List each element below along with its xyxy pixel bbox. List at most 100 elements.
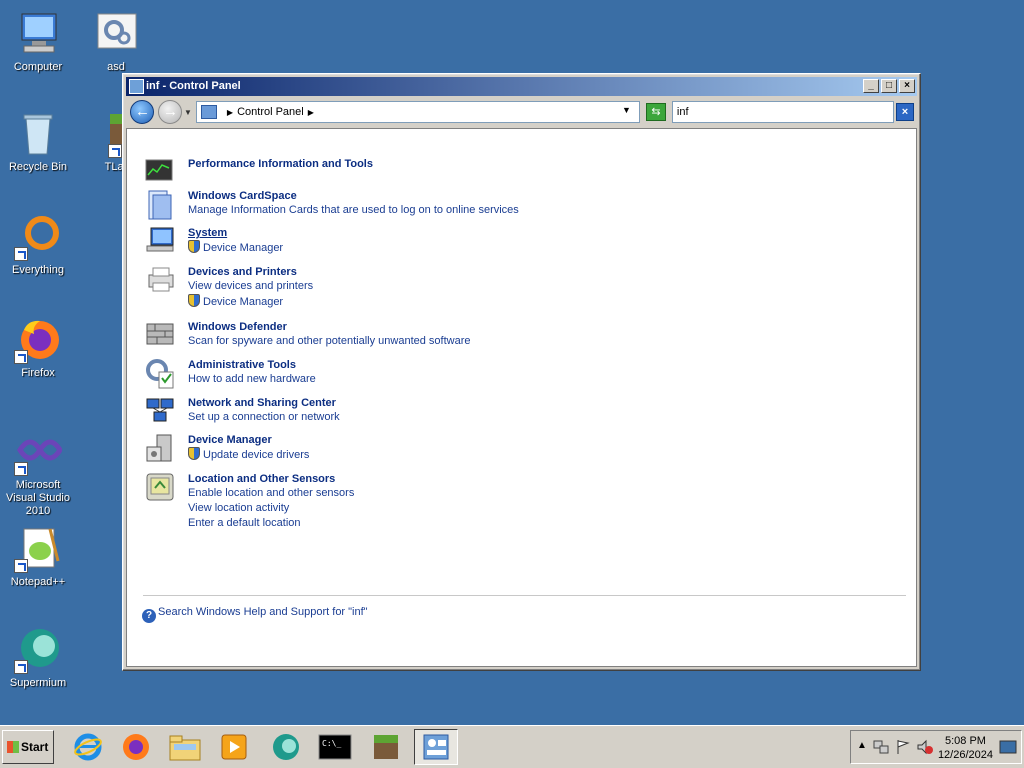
control-panel-icon bbox=[200, 105, 217, 119]
maximize-button[interactable]: □ bbox=[881, 79, 897, 93]
result-task-label[interactable]: Update device drivers bbox=[203, 449, 309, 461]
chevron-right-icon[interactable]: ▶ bbox=[227, 108, 233, 117]
result-task[interactable]: Enter a default location bbox=[188, 516, 788, 531]
result-task[interactable]: Enable location and other sensors bbox=[188, 486, 788, 501]
result-task[interactable]: Device Manager bbox=[188, 294, 788, 310]
search-results-pane: Performance Information and Tools Window… bbox=[126, 128, 917, 667]
address-bar[interactable]: ▶ Control Panel ▶ ▼ bbox=[195, 101, 640, 123]
result-task[interactable]: Device Manager bbox=[188, 240, 788, 256]
taskbar-app-file-explorer[interactable] bbox=[163, 729, 207, 765]
shortcut-arrow-icon bbox=[108, 144, 122, 158]
shortcut-arrow-icon bbox=[14, 247, 28, 261]
chevron-right-icon[interactable]: ▶ bbox=[308, 108, 314, 117]
taskbar-app-supermium[interactable] bbox=[264, 729, 308, 765]
clear-search-button[interactable]: × bbox=[895, 103, 914, 121]
control-panel-window: inf - Control Panel _ □ × ▼ ▶ Control Pa… bbox=[122, 73, 921, 671]
command-prompt-icon: C:\_ bbox=[318, 734, 352, 760]
windows-defender-icon bbox=[145, 320, 175, 348]
desktop-icon-label: Notepad++ bbox=[10, 576, 66, 588]
search-input[interactable]: inf bbox=[671, 101, 894, 123]
taskbar-app-control-panel[interactable] bbox=[414, 729, 458, 765]
result-title[interactable]: Network and Sharing Center bbox=[188, 396, 788, 410]
taskbar-app-firefox[interactable] bbox=[114, 729, 158, 765]
taskbar-app-command-prompt[interactable]: C:\_ bbox=[313, 729, 357, 765]
desktop-icon-visual-studio[interactable]: Microsoft Visual Studio 2010 bbox=[0, 428, 76, 518]
control-panel-icon bbox=[129, 79, 144, 94]
forward-button[interactable] bbox=[158, 100, 182, 124]
close-button[interactable]: × bbox=[899, 79, 915, 93]
firefox-icon bbox=[123, 734, 149, 760]
taskbar: Start C:\_ ▲ 5:08 PM 12/26/2024 bbox=[0, 725, 1024, 768]
notification-area: ▲ 5:08 PM 12/26/2024 bbox=[850, 730, 1022, 764]
desktop-icon-asd[interactable]: asd bbox=[78, 10, 154, 74]
control-panel-icon bbox=[423, 734, 449, 760]
taskbar-app-minecraft[interactable] bbox=[364, 729, 408, 765]
minimize-button[interactable]: _ bbox=[863, 79, 879, 93]
supermium-icon bbox=[273, 734, 299, 760]
printer-icon bbox=[145, 265, 175, 293]
administrative-tools-icon bbox=[145, 358, 175, 389]
result-task[interactable]: Scan for spyware and other potentially u… bbox=[188, 334, 788, 349]
desktop-icon-recycle-bin[interactable]: Recycle Bin bbox=[0, 110, 76, 174]
address-toolbar: ▼ ▶ Control Panel ▶ ▼ ⇆ inf × bbox=[126, 97, 917, 127]
desktop-icon-label: Everything bbox=[12, 264, 64, 276]
action-center-flag-icon[interactable] bbox=[895, 739, 911, 755]
taskbar-app-media-player[interactable] bbox=[212, 729, 256, 765]
media-player-icon bbox=[221, 734, 247, 760]
result-task[interactable]: View location activity bbox=[188, 501, 788, 516]
help-search-label[interactable]: Search Windows Help and Support for "inf… bbox=[158, 606, 368, 618]
refresh-button[interactable]: ⇆ bbox=[645, 103, 666, 121]
result-title[interactable]: Windows Defender bbox=[188, 320, 788, 334]
result-title[interactable]: Performance Information and Tools bbox=[188, 157, 788, 171]
desktop-icon-notepadpp[interactable]: Notepad++ bbox=[0, 525, 76, 589]
result-title[interactable]: Devices and Printers bbox=[188, 265, 788, 279]
device-manager-icon bbox=[145, 433, 175, 462]
result-title[interactable]: Device Manager bbox=[188, 433, 788, 447]
performance-monitor-icon bbox=[145, 157, 175, 185]
result-title[interactable]: Windows CardSpace bbox=[188, 189, 788, 203]
computer-icon bbox=[14, 10, 62, 58]
volume-muted-icon[interactable] bbox=[917, 739, 933, 755]
result-task[interactable]: Set up a connection or network bbox=[188, 410, 788, 425]
start-label: Start bbox=[21, 740, 49, 754]
result-task[interactable]: View devices and printers bbox=[188, 279, 788, 294]
uac-shield-icon bbox=[188, 240, 200, 253]
taskbar-app-internet-explorer[interactable] bbox=[66, 729, 110, 765]
folder-icon bbox=[169, 735, 201, 761]
result-task[interactable]: How to add new hardware bbox=[188, 372, 788, 387]
result-title[interactable]: Administrative Tools bbox=[188, 358, 788, 372]
help-search-link[interactable]: ? Search Windows Help and Support for "in… bbox=[142, 606, 368, 623]
desktop-icon-everything[interactable]: Everything bbox=[0, 213, 76, 277]
clock-time: 5:08 PM bbox=[944, 735, 986, 747]
location-sensors-icon bbox=[145, 472, 175, 501]
desktop-icon-firefox[interactable]: Firefox bbox=[0, 316, 76, 380]
shortcut-arrow-icon bbox=[14, 462, 28, 476]
result-task[interactable]: Update device drivers bbox=[188, 447, 788, 463]
breadcrumb-control-panel[interactable]: Control Panel bbox=[237, 106, 304, 118]
result-title[interactable]: Location and Other Sensors bbox=[188, 472, 788, 486]
internet-explorer-icon bbox=[74, 733, 102, 761]
system-icon bbox=[145, 226, 175, 254]
back-button[interactable] bbox=[130, 100, 154, 124]
recent-pages-dropdown[interactable]: ▼ bbox=[184, 108, 192, 117]
show-desktop-icon[interactable] bbox=[999, 740, 1017, 754]
clock[interactable]: 5:08 PM 12/26/2024 bbox=[938, 734, 993, 762]
result-task[interactable]: Manage Information Cards that are used t… bbox=[188, 203, 788, 218]
notepad-plus-plus-icon bbox=[14, 525, 62, 573]
result-task-label[interactable]: Device Manager bbox=[203, 296, 283, 308]
address-dropdown-icon[interactable]: ▼ bbox=[622, 105, 631, 115]
start-button[interactable]: Start bbox=[2, 730, 54, 764]
windows-logo-icon bbox=[7, 741, 19, 753]
window-title: inf - Control Panel bbox=[146, 80, 241, 92]
show-hidden-icons-button[interactable]: ▲ bbox=[857, 740, 867, 751]
result-title[interactable]: System bbox=[188, 226, 788, 240]
desktop-icon-supermium[interactable]: Supermium bbox=[0, 626, 76, 690]
divider bbox=[143, 595, 906, 596]
cardspace-icon bbox=[145, 189, 175, 220]
supermium-icon bbox=[14, 626, 62, 674]
network-tray-icon[interactable] bbox=[873, 739, 889, 755]
result-task-label[interactable]: Device Manager bbox=[203, 242, 283, 254]
desktop-icon-computer[interactable]: Computer bbox=[0, 10, 76, 74]
window-titlebar[interactable]: inf - Control Panel _ □ × bbox=[126, 77, 917, 96]
clock-date: 12/26/2024 bbox=[937, 749, 993, 761]
